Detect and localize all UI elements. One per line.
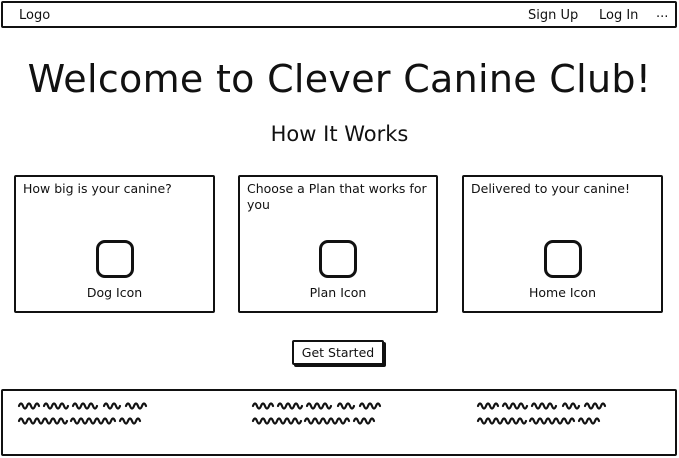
step-card-text: How big is your canine? xyxy=(23,181,172,196)
step-card-caption: Plan Icon xyxy=(309,285,367,300)
page-title: Welcome to Clever Canine Club! xyxy=(27,57,652,101)
footer xyxy=(1,389,677,456)
get-started-button[interactable]: Get Started xyxy=(292,340,384,365)
how-it-works-heading: How It Works xyxy=(270,122,409,146)
footer-placeholder-text xyxy=(476,402,607,425)
footer-placeholder-text xyxy=(251,402,382,425)
step-card-text: Choose a Plan that works for you xyxy=(247,181,427,212)
step-card-caption: Dog Icon xyxy=(86,285,143,300)
navbar: Logo Sign Up Log In ... xyxy=(1,1,677,28)
footer-placeholder-text xyxy=(17,402,148,425)
step-card-caption: Home Icon xyxy=(528,285,597,300)
step-card-text: Delivered to your canine! xyxy=(471,181,630,196)
step-card-size: How big is your canine? Dog Icon xyxy=(14,175,215,313)
plan-icon xyxy=(319,240,357,278)
step-card-delivery: Delivered to your canine! Home Icon xyxy=(462,175,663,313)
sign-up-link[interactable]: Sign Up xyxy=(528,8,578,23)
log-in-link[interactable]: Log In xyxy=(599,8,638,23)
step-card-plan: Choose a Plan that works for you Plan Ic… xyxy=(238,175,438,313)
home-icon xyxy=(543,240,582,278)
dog-icon xyxy=(95,240,134,278)
more-menu-link[interactable]: ... xyxy=(656,6,668,21)
logo[interactable]: Logo xyxy=(19,8,50,23)
